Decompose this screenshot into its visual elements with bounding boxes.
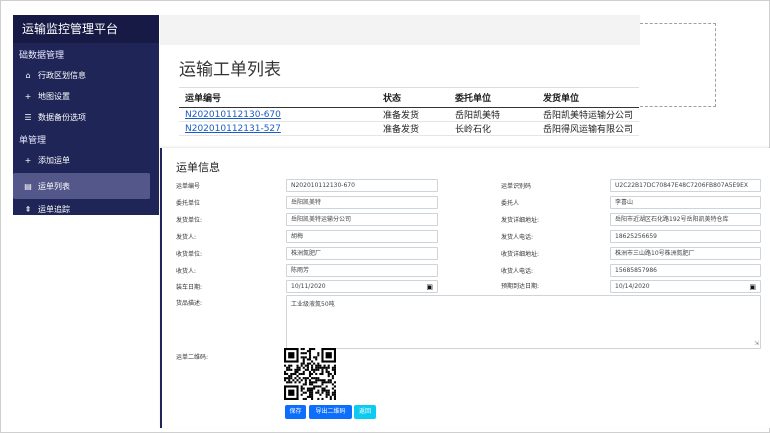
waybill-link[interactable]: N202010112130-670 [185, 110, 281, 120]
export-qr-button[interactable]: 导出二维码 [309, 405, 352, 419]
waybill-no-label: 运单编号 [176, 183, 201, 190]
column-header[interactable]: 状态 [377, 87, 449, 108]
ship-address-field[interactable]: 岳阳市近湖区石化路192号岳阳凯美特仓库 [610, 213, 761, 226]
recv-unit-field[interactable]: 株洲氮肥厂 [286, 247, 438, 260]
column-header[interactable]: 运单编号 [179, 87, 377, 108]
waybill-no-field[interactable]: N202010112130-670 [286, 179, 438, 192]
qr-label: 运单二维码: [176, 354, 209, 361]
dashed-selection-outline [640, 23, 716, 107]
recv-unit-label: 收货单位: [176, 251, 203, 258]
calendar-icon[interactable]: ▣ [749, 282, 756, 292]
client-unit-field[interactable]: 岳阳凯美特 [286, 196, 438, 209]
sidebar-item-label: 运单列表 [38, 181, 70, 191]
back-button[interactable]: 返回 [354, 405, 376, 419]
ship-address-label: 发货详细地址: [501, 217, 540, 224]
waybill-id-label: 运单识别码 [501, 183, 532, 190]
column-header[interactable]: 委托单位 [449, 87, 537, 108]
column-header[interactable]: 发货单位 [537, 87, 639, 108]
plus-icon: + [24, 92, 32, 101]
shipper-cell: 岳阳得风运输有限公司 [537, 121, 639, 136]
sidebar-item-label: 运单追踪 [38, 205, 70, 214]
sidebar-item-region[interactable]: ⌂ 行政区划信息 [13, 65, 159, 86]
sidebar-item-label: 数据备份选项 [38, 113, 86, 122]
arrive-date-field[interactable]: 10/14/2020 ▣ [610, 280, 761, 293]
sidebar-item-label: 添加运单 [38, 156, 70, 165]
recv-address-label: 收货详细地址: [501, 251, 540, 258]
load-date-label: 装车日期: [176, 284, 203, 291]
sidebar: 运输监控管理平台 础数据管理 ⌂ 行政区划信息 + 地图设置 ☰ 数据备份选项 … [13, 15, 159, 215]
panel-title: 运单信息 [176, 161, 220, 174]
waybill-link-cell: N202010112131-527 [179, 121, 377, 136]
sidebar-item-tracking[interactable]: ⇞ 运单追踪 [13, 199, 159, 215]
waybill-link-cell: N202010112130-670 [179, 107, 377, 122]
list-icon: ☰ [24, 113, 32, 122]
shipper-phone-field[interactable]: 18625256659 [610, 230, 761, 243]
sidebar-item-backup[interactable]: ☰ 数据备份选项 [13, 107, 159, 128]
waybill-link[interactable]: N202010112131-527 [185, 124, 281, 134]
home-icon: ⌂ [25, 71, 31, 80]
shipper-field[interactable]: 胡梅 [286, 230, 438, 243]
client-cell: 岳阳凯美特 [449, 107, 537, 122]
client-cell: 长岭石化 [449, 121, 537, 136]
receiver-phone-label: 收货人电话: [501, 268, 534, 275]
sidebar-item-label: 行政区划信息 [38, 71, 86, 80]
arrive-date-label: 预期到达日期: [501, 283, 540, 290]
app-title: 运输监控管理平台 [13, 15, 159, 43]
shipper-cell: 岳阳凯美特运输分公司 [537, 107, 639, 122]
waybill-table: 运单编号 状态 委托单位 发货单位 N202010112130-670 准备发货… [179, 87, 639, 136]
ship-unit-label: 发货单位: [176, 217, 203, 224]
sidebar-group-basic-data[interactable]: 础数据管理 [13, 47, 159, 65]
save-button[interactable]: 保存 [285, 405, 306, 419]
window-frame: 运输监控管理平台 础数据管理 ⌂ 行政区划信息 + 地图设置 ☰ 数据备份选项 … [0, 0, 770, 433]
waybill-id-field[interactable]: U2C22B17DC70847E48C7206FB807A5E9EX [610, 179, 761, 192]
pin-icon: ⇞ [24, 205, 32, 214]
calendar-icon[interactable]: ▣ [426, 282, 433, 292]
client-unit-label: 委托单位 [176, 200, 201, 207]
recv-address-field[interactable]: 株洲市三山路10号株洲氮肥厂 [610, 247, 761, 260]
shipper-phone-label: 发货人电话: [501, 234, 534, 241]
goods-desc-value: 工业级液氮50吨 [291, 301, 335, 308]
receiver-phone-field[interactable]: 15685857986 [610, 264, 761, 277]
client-person-label: 委托人 [501, 200, 520, 207]
receiver-field[interactable]: 陈雨芳 [286, 264, 438, 277]
arrive-date-value: 10/14/2020 [615, 283, 650, 290]
goods-desc-label: 货品描述: [176, 300, 203, 307]
goods-desc-textarea[interactable]: 工业级液氮50吨 ⇲ [286, 295, 761, 349]
qr-code-image [284, 348, 336, 400]
sidebar-item-add-waybill[interactable]: + 添加运单 [13, 150, 159, 171]
table-icon: ▤ [24, 181, 32, 191]
ship-unit-field[interactable]: 岳阳凯美特运输分公司 [286, 213, 438, 226]
receiver-label: 收货人: [176, 268, 197, 275]
table-row[interactable]: N202010112131-527 准备发货 长岭石化 岳阳得风运输有限公司 [179, 121, 639, 136]
client-person-field[interactable]: 李喜山 [610, 196, 761, 209]
table-row[interactable]: N202010112130-670 准备发货 岳阳凯美特 岳阳凯美特运输分公司 [179, 107, 639, 122]
sidebar-item-waybill-list[interactable]: ▤ 运单列表 [13, 173, 150, 199]
sidebar-item-label: 地图设置 [38, 92, 70, 101]
page-title: 运输工单列表 [179, 60, 281, 80]
sidebar-group-waybill[interactable]: 单管理 [13, 132, 159, 150]
status-cell: 准备发货 [377, 121, 449, 136]
plus-icon: + [24, 156, 32, 165]
top-bar [160, 15, 640, 45]
resize-handle-icon[interactable]: ⇲ [754, 340, 759, 347]
load-date-value: 10/11/2020 [291, 283, 326, 290]
status-cell: 准备发货 [377, 107, 449, 122]
waybill-detail-panel: 运单信息 运单编号 N202010112130-670 委托单位 岳阳凯美特 发… [160, 148, 770, 428]
shipper-label: 发货人: [176, 234, 197, 241]
sidebar-item-map-settings[interactable]: + 地图设置 [13, 86, 159, 107]
load-date-field[interactable]: 10/11/2020 ▣ [286, 280, 438, 293]
table-header-row: 运单编号 状态 委托单位 发货单位 [179, 87, 639, 108]
